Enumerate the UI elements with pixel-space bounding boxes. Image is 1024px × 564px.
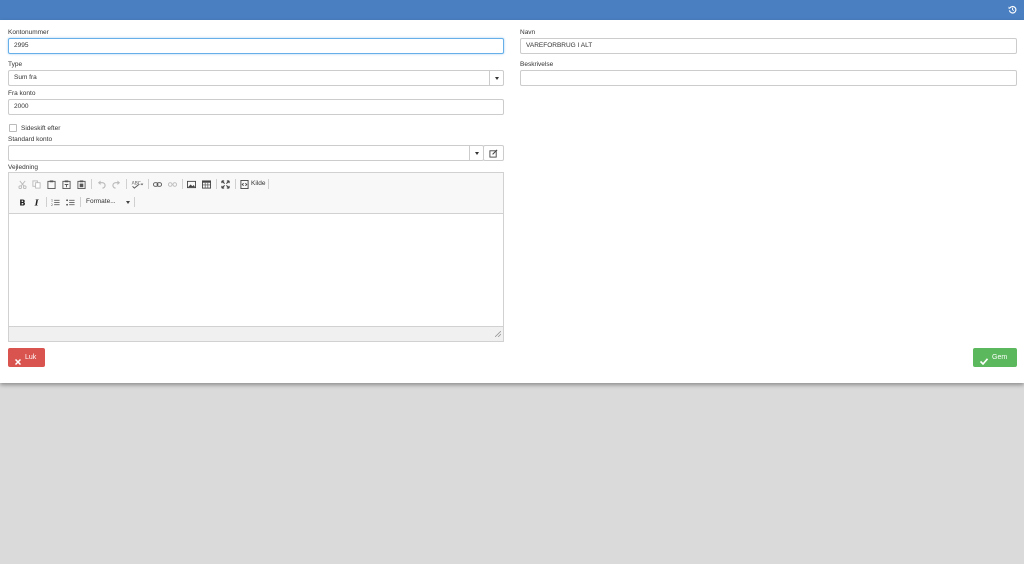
toolbar-separator — [46, 197, 47, 207]
fra-konto-label: Fra konto — [8, 90, 36, 97]
close-button-label: Luk — [25, 354, 37, 361]
type-select[interactable]: Sum fra — [8, 70, 504, 86]
fra-konto-input[interactable]: 2000 — [8, 99, 504, 115]
standard-konto-toggle[interactable] — [469, 146, 483, 160]
paste-icon[interactable] — [47, 180, 56, 189]
editor-toolbar: ABC Kilde B I 12 Formate... — [9, 173, 503, 214]
maximize-icon[interactable] — [221, 180, 230, 189]
toolbar-separator — [126, 179, 127, 189]
navn-input[interactable]: VAREFORBRUG I ALT — [520, 38, 1017, 54]
redo-icon[interactable] — [112, 180, 121, 189]
type-select-value: Sum fra — [14, 74, 37, 81]
standard-konto-edit-button[interactable] — [483, 145, 504, 161]
chevron-down-icon — [495, 77, 499, 80]
cut-icon[interactable] — [18, 180, 27, 189]
svg-text:B: B — [19, 198, 25, 207]
toolbar-separator — [148, 179, 149, 189]
history-reset-icon[interactable] — [1008, 5, 1017, 14]
link-icon[interactable] — [153, 180, 162, 189]
spellcheck-icon[interactable]: ABC — [131, 180, 144, 189]
paste-word-icon[interactable] — [77, 180, 86, 189]
type-label: Type — [8, 61, 23, 68]
format-dropdown[interactable]: Formate... — [86, 198, 116, 205]
save-button[interactable]: Gem — [973, 348, 1017, 367]
sideskift-label: Sideskift efter — [21, 125, 61, 132]
standard-konto-select[interactable] — [8, 145, 484, 161]
chevron-down-icon[interactable] — [126, 201, 130, 204]
svg-text:1: 1 — [51, 199, 53, 203]
unlink-icon[interactable] — [168, 180, 177, 189]
editor-footer — [9, 326, 503, 341]
beskrivelse-input[interactable] — [520, 70, 1017, 86]
chevron-down-icon — [475, 152, 479, 155]
toolbar-separator — [268, 179, 269, 189]
toolbar-separator — [134, 197, 135, 207]
type-select-toggle[interactable] — [489, 71, 503, 85]
check-icon — [979, 354, 989, 373]
bulleted-list-icon[interactable] — [66, 198, 75, 207]
beskrivelse-label: Beskrivelse — [520, 61, 554, 68]
svg-text:2: 2 — [51, 203, 53, 207]
rich-text-editor: ABC Kilde B I 12 Formate... — [8, 172, 504, 342]
sideskift-checkbox[interactable] — [9, 124, 17, 132]
top-bar — [0, 0, 1024, 20]
toolbar-separator — [80, 197, 81, 207]
toolbar-separator — [216, 179, 217, 189]
source-icon[interactable] — [240, 180, 249, 189]
italic-icon[interactable]: I — [33, 198, 42, 207]
format-dropdown-label: Formate... — [86, 198, 116, 205]
table-icon[interactable] — [202, 180, 211, 189]
svg-text:I: I — [34, 198, 39, 207]
standard-konto-label: Standard konto — [8, 136, 53, 143]
toolbar-separator — [91, 179, 92, 189]
editor-content-area[interactable] — [9, 214, 503, 326]
paste-text-icon[interactable] — [62, 180, 71, 189]
vejledning-label: Vejledning — [8, 164, 38, 171]
close-x-icon — [14, 354, 22, 373]
bold-icon[interactable]: B — [18, 198, 27, 207]
image-icon[interactable] — [187, 180, 196, 189]
numbered-list-icon[interactable]: 12 — [51, 198, 60, 207]
kontonummer-label: Kontonummer — [8, 29, 49, 36]
edit-icon — [489, 149, 498, 164]
toolbar-separator — [182, 179, 183, 189]
svg-text:ABC: ABC — [132, 181, 141, 187]
undo-icon[interactable] — [97, 180, 106, 189]
kontonummer-input[interactable]: 2995 — [8, 38, 504, 54]
form-panel: Kontonummer 2995 Type Sum fra Fra konto … — [0, 20, 1024, 383]
save-button-label: Gem — [992, 354, 1008, 361]
resize-handle-icon[interactable] — [494, 330, 502, 339]
toolbar-separator — [235, 179, 236, 189]
close-button[interactable]: Luk — [8, 348, 45, 367]
copy-icon[interactable] — [32, 180, 41, 189]
source-button-label[interactable]: Kilde — [251, 180, 265, 187]
navn-label: Navn — [520, 29, 536, 36]
